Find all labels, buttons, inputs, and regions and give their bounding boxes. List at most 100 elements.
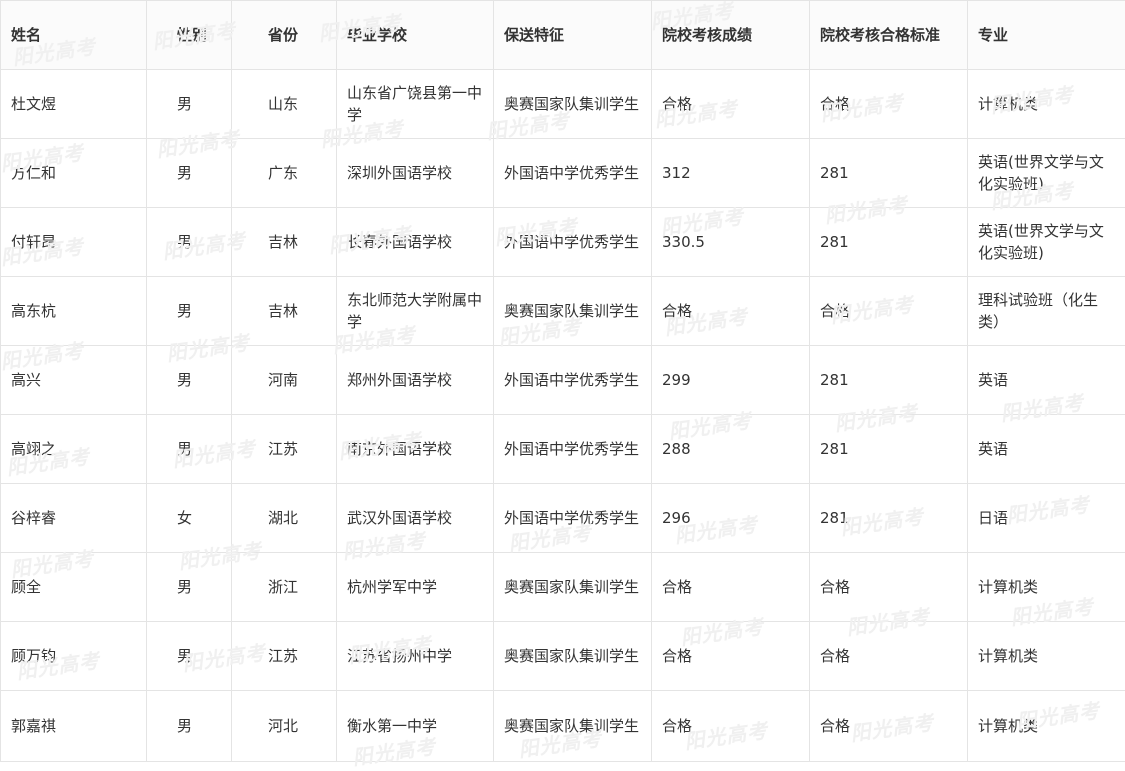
cell-school: 衡水第一中学 bbox=[337, 691, 494, 762]
table-row: 顾万钧 男 江苏 江苏省扬州中学 奥赛国家队集训学生 合格 合格 计算机类 bbox=[1, 622, 1125, 691]
cell-feature: 奥赛国家队集训学生 bbox=[494, 691, 652, 762]
header-school: 毕业学校 bbox=[337, 1, 494, 70]
cell-feature: 外国语中学优秀学生 bbox=[494, 484, 652, 553]
cell-gender: 女 bbox=[147, 484, 232, 553]
table-row: 高兴 男 河南 郑州外国语学校 外国语中学优秀学生 299 281 英语 bbox=[1, 346, 1125, 415]
cell-score: 296 bbox=[652, 484, 810, 553]
cell-gender: 男 bbox=[147, 346, 232, 415]
table-row: 顾全 男 浙江 杭州学军中学 奥赛国家队集训学生 合格 合格 计算机类 bbox=[1, 553, 1125, 622]
cell-gender: 男 bbox=[147, 691, 232, 762]
header-province: 省份 bbox=[232, 1, 337, 70]
cell-standard: 合格 bbox=[810, 277, 968, 346]
cell-name: 顾全 bbox=[1, 553, 147, 622]
cell-standard: 合格 bbox=[810, 553, 968, 622]
cell-name: 方仁和 bbox=[1, 139, 147, 208]
header-row: 姓名 性别 省份 毕业学校 保送特征 院校考核成绩 院校考核合格标准 专业 bbox=[1, 1, 1125, 70]
header-score: 院校考核成绩 bbox=[652, 1, 810, 70]
cell-standard: 281 bbox=[810, 484, 968, 553]
cell-name: 杜文煜 bbox=[1, 70, 147, 139]
header-feature: 保送特征 bbox=[494, 1, 652, 70]
cell-province: 吉林 bbox=[232, 277, 337, 346]
table-row: 付轩昂 男 吉林 长春外国语学校 外国语中学优秀学生 330.5 281 英语(… bbox=[1, 208, 1125, 277]
cell-gender: 男 bbox=[147, 622, 232, 691]
cell-school: 东北师范大学附属中学 bbox=[337, 277, 494, 346]
cell-gender: 男 bbox=[147, 277, 232, 346]
cell-standard: 合格 bbox=[810, 691, 968, 762]
cell-score: 299 bbox=[652, 346, 810, 415]
cell-gender: 男 bbox=[147, 208, 232, 277]
cell-major: 日语 bbox=[968, 484, 1125, 553]
cell-score: 288 bbox=[652, 415, 810, 484]
cell-gender: 男 bbox=[147, 139, 232, 208]
cell-feature: 奥赛国家队集训学生 bbox=[494, 70, 652, 139]
cell-province: 浙江 bbox=[232, 553, 337, 622]
cell-standard: 合格 bbox=[810, 70, 968, 139]
cell-score: 合格 bbox=[652, 691, 810, 762]
cell-major: 英语(世界文学与文化实验班) bbox=[968, 139, 1125, 208]
cell-school: 杭州学军中学 bbox=[337, 553, 494, 622]
cell-major: 计算机类 bbox=[968, 553, 1125, 622]
cell-major: 计算机类 bbox=[968, 691, 1125, 762]
cell-major: 理科试验班（化生类） bbox=[968, 277, 1125, 346]
header-gender: 性别 bbox=[147, 1, 232, 70]
cell-feature: 外国语中学优秀学生 bbox=[494, 208, 652, 277]
cell-name: 高兴 bbox=[1, 346, 147, 415]
cell-feature: 外国语中学优秀学生 bbox=[494, 139, 652, 208]
header-name: 姓名 bbox=[1, 1, 147, 70]
table-row: 郭嘉祺 男 河北 衡水第一中学 奥赛国家队集训学生 合格 合格 计算机类 bbox=[1, 691, 1125, 762]
cell-school: 山东省广饶县第一中学 bbox=[337, 70, 494, 139]
cell-school: 郑州外国语学校 bbox=[337, 346, 494, 415]
cell-major: 英语(世界文学与文化实验班) bbox=[968, 208, 1125, 277]
cell-province: 湖北 bbox=[232, 484, 337, 553]
cell-school: 江苏省扬州中学 bbox=[337, 622, 494, 691]
cell-score: 312 bbox=[652, 139, 810, 208]
cell-feature: 奥赛国家队集训学生 bbox=[494, 553, 652, 622]
cell-score: 合格 bbox=[652, 277, 810, 346]
cell-score: 合格 bbox=[652, 70, 810, 139]
cell-feature: 外国语中学优秀学生 bbox=[494, 415, 652, 484]
cell-name: 高东杭 bbox=[1, 277, 147, 346]
cell-name: 高翊之 bbox=[1, 415, 147, 484]
cell-feature: 奥赛国家队集训学生 bbox=[494, 622, 652, 691]
cell-standard: 281 bbox=[810, 208, 968, 277]
cell-standard: 281 bbox=[810, 415, 968, 484]
table-row: 方仁和 男 广东 深圳外国语学校 外国语中学优秀学生 312 281 英语(世界… bbox=[1, 139, 1125, 208]
cell-score: 合格 bbox=[652, 622, 810, 691]
cell-province: 山东 bbox=[232, 70, 337, 139]
cell-province: 河南 bbox=[232, 346, 337, 415]
cell-province: 江苏 bbox=[232, 622, 337, 691]
cell-province: 河北 bbox=[232, 691, 337, 762]
cell-school: 武汉外国语学校 bbox=[337, 484, 494, 553]
admissions-table: 姓名 性别 省份 毕业学校 保送特征 院校考核成绩 院校考核合格标准 专业 杜文… bbox=[0, 0, 1125, 762]
cell-province: 广东 bbox=[232, 139, 337, 208]
cell-standard: 合格 bbox=[810, 622, 968, 691]
cell-standard: 281 bbox=[810, 139, 968, 208]
cell-major: 计算机类 bbox=[968, 622, 1125, 691]
cell-major: 计算机类 bbox=[968, 70, 1125, 139]
cell-major: 英语 bbox=[968, 346, 1125, 415]
table-row: 高东杭 男 吉林 东北师范大学附属中学 奥赛国家队集训学生 合格 合格 理科试验… bbox=[1, 277, 1125, 346]
cell-school: 长春外国语学校 bbox=[337, 208, 494, 277]
cell-feature: 外国语中学优秀学生 bbox=[494, 346, 652, 415]
cell-gender: 男 bbox=[147, 415, 232, 484]
cell-name: 顾万钧 bbox=[1, 622, 147, 691]
cell-province: 江苏 bbox=[232, 415, 337, 484]
cell-feature: 奥赛国家队集训学生 bbox=[494, 277, 652, 346]
table-row: 谷梓睿 女 湖北 武汉外国语学校 外国语中学优秀学生 296 281 日语 bbox=[1, 484, 1125, 553]
cell-standard: 281 bbox=[810, 346, 968, 415]
cell-major: 英语 bbox=[968, 415, 1125, 484]
table-row: 杜文煜 男 山东 山东省广饶县第一中学 奥赛国家队集训学生 合格 合格 计算机类 bbox=[1, 70, 1125, 139]
table-row: 高翊之 男 江苏 南京外国语学校 外国语中学优秀学生 288 281 英语 bbox=[1, 415, 1125, 484]
header-major: 专业 bbox=[968, 1, 1125, 70]
cell-name: 付轩昂 bbox=[1, 208, 147, 277]
header-standard: 院校考核合格标准 bbox=[810, 1, 968, 70]
cell-school: 南京外国语学校 bbox=[337, 415, 494, 484]
cell-gender: 男 bbox=[147, 70, 232, 139]
cell-name: 郭嘉祺 bbox=[1, 691, 147, 762]
cell-school: 深圳外国语学校 bbox=[337, 139, 494, 208]
cell-gender: 男 bbox=[147, 553, 232, 622]
cell-name: 谷梓睿 bbox=[1, 484, 147, 553]
cell-score: 330.5 bbox=[652, 208, 810, 277]
cell-province: 吉林 bbox=[232, 208, 337, 277]
cell-score: 合格 bbox=[652, 553, 810, 622]
